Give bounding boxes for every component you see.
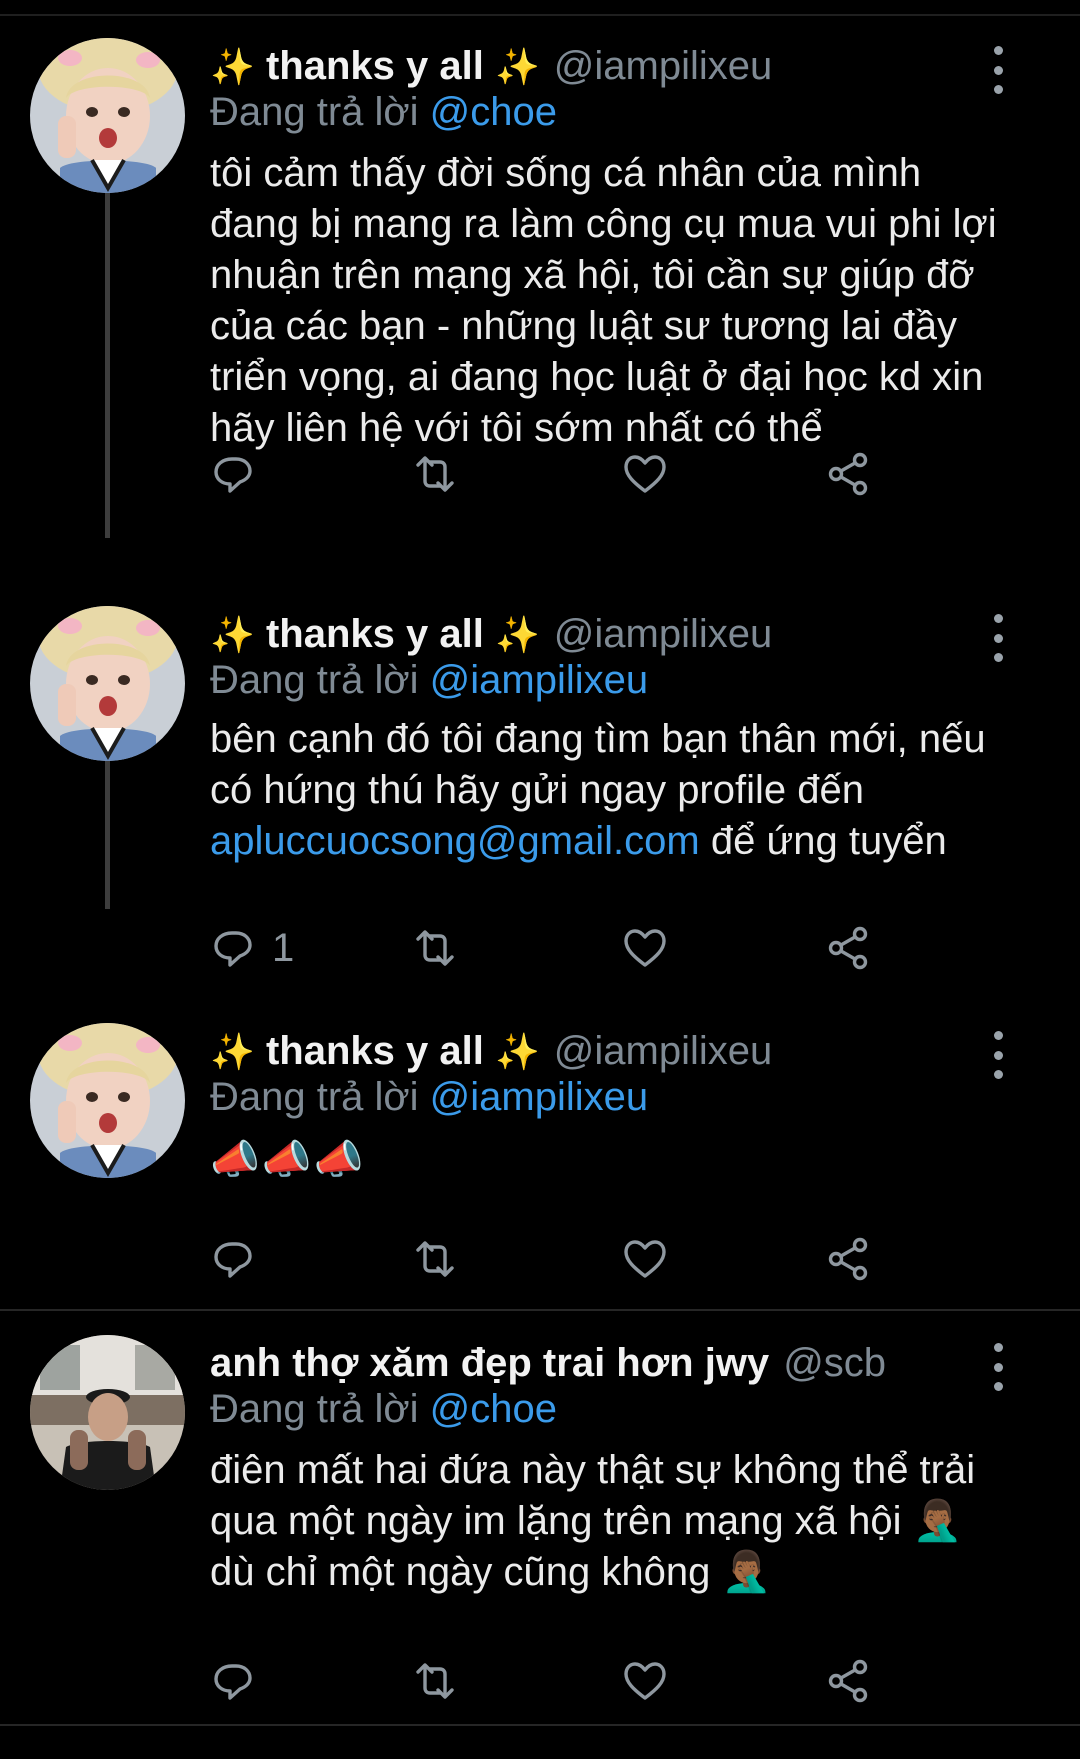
share-icon — [828, 1237, 868, 1281]
tweet-text: tôi cảm thấy đời sống cá nhân của mình đ… — [210, 151, 997, 450]
avatar[interactable] — [30, 38, 185, 193]
retweet-icon — [416, 930, 454, 966]
tweet-actions — [210, 1229, 1030, 1289]
mention-link[interactable]: @choe — [430, 1387, 557, 1431]
top-divider — [0, 14, 1080, 16]
user-handle[interactable]: @iampilixeu — [554, 44, 772, 89]
sparkle-icon: ✨ — [210, 613, 255, 655]
sparkle-icon: ✨ — [494, 613, 540, 655]
tweet-text: điên mất hai đứa này thật sự không thể t… — [210, 1448, 976, 1594]
tweet-actions: 1 — [210, 918, 1030, 978]
retweet-icon — [416, 456, 454, 492]
share-icon — [828, 452, 868, 496]
tweet-text-part: để ứng tuyển — [710, 819, 947, 863]
display-name[interactable]: ✨ thanks y all ✨ — [210, 612, 540, 657]
mention-link[interactable]: @choe — [430, 90, 557, 134]
reply-icon — [214, 931, 252, 967]
tweet-actions — [210, 1651, 1030, 1711]
like-button[interactable] — [620, 918, 670, 978]
reply-button[interactable] — [210, 444, 272, 504]
sparkle-icon: ✨ — [210, 45, 255, 87]
reply-icon — [214, 457, 252, 493]
user-handle[interactable]: @scb — [783, 1341, 886, 1386]
more-options-icon[interactable] — [980, 614, 1016, 662]
reply-count: 1 — [272, 925, 295, 970]
like-button[interactable] — [620, 1229, 670, 1289]
thread-connector — [105, 178, 110, 538]
retweet-button[interactable] — [410, 444, 460, 504]
tweet-divider — [0, 1309, 1080, 1311]
user-handle[interactable]: @iampilixeu — [554, 1029, 772, 1074]
share-icon — [828, 926, 868, 970]
share-button[interactable] — [824, 1651, 872, 1711]
avatar[interactable] — [30, 1335, 185, 1490]
retweet-button[interactable] — [410, 1651, 460, 1711]
mention-link[interactable]: @iampilixeu — [430, 658, 648, 702]
display-name[interactable]: ✨ thanks y all ✨ — [210, 1029, 540, 1074]
tweet-header: ✨ thanks y all ✨ @iampilixeu — [210, 1023, 772, 1079]
replying-to-label: Đang trả lời — [210, 1075, 419, 1119]
mention-link[interactable]: @iampilixeu — [430, 1075, 648, 1119]
display-name-text: thanks y all — [265, 611, 484, 656]
like-button[interactable] — [620, 1651, 670, 1711]
more-options-icon[interactable] — [980, 1343, 1016, 1391]
heart-icon — [624, 455, 666, 493]
retweet-icon — [416, 1663, 454, 1699]
share-button[interactable] — [824, 444, 872, 504]
reply-icon — [214, 1664, 252, 1700]
replying-to-label: Đang trả lời — [210, 1387, 419, 1431]
tweet-text-part: bên cạnh đó tôi đang tìm bạn thân mới, n… — [210, 717, 986, 812]
share-button[interactable] — [824, 1229, 872, 1289]
reply-button[interactable] — [210, 1651, 272, 1711]
avatar[interactable] — [30, 1023, 185, 1178]
like-button[interactable] — [620, 444, 670, 504]
retweet-button[interactable] — [410, 918, 460, 978]
tweet-header: anh thợ xăm đẹp trai hơn jwy @scb — [210, 1335, 886, 1391]
tweet-divider — [0, 1724, 1080, 1726]
display-name[interactable]: ✨ thanks y all ✨ — [210, 44, 540, 89]
retweet-icon — [416, 1241, 454, 1277]
reply-button[interactable]: 1 — [210, 918, 294, 978]
reply-icon — [214, 1242, 252, 1278]
share-button[interactable] — [824, 918, 872, 978]
replying-to: Đang trả lời @choe — [210, 90, 557, 135]
display-name-text: thanks y all — [265, 1028, 484, 1073]
sparkle-icon: ✨ — [494, 45, 540, 87]
retweet-button[interactable] — [410, 1229, 460, 1289]
tweet-header: ✨ thanks y all ✨ @iampilixeu — [210, 606, 772, 662]
tweet-header: ✨ thanks y all ✨ @iampilixeu — [210, 38, 772, 94]
replying-to: Đang trả lời @choe — [210, 1387, 557, 1432]
user-handle[interactable]: @iampilixeu — [554, 612, 772, 657]
more-options-icon[interactable] — [980, 46, 1016, 94]
heart-icon — [624, 1240, 666, 1278]
replying-to-label: Đang trả lời — [210, 90, 419, 134]
tweet-actions — [210, 444, 1030, 504]
tweet-text: 📣📣📣 — [210, 1138, 366, 1182]
replying-to: Đang trả lời @iampilixeu — [210, 1075, 648, 1120]
email-link[interactable]: apluccuocsong@gmail.com — [210, 819, 700, 863]
tweet-text: bên cạnh đó tôi đang tìm bạn thân mới, n… — [210, 714, 1010, 867]
replying-to-label: Đang trả lời — [210, 658, 419, 702]
heart-icon — [624, 1662, 666, 1700]
sparkle-icon: ✨ — [210, 1030, 255, 1072]
avatar[interactable] — [30, 606, 185, 761]
heart-icon — [624, 929, 666, 967]
sparkle-icon: ✨ — [494, 1030, 540, 1072]
display-name[interactable]: anh thợ xăm đẹp trai hơn jwy — [210, 1341, 769, 1386]
share-icon — [828, 1659, 868, 1703]
replying-to: Đang trả lời @iampilixeu — [210, 658, 648, 703]
reply-button[interactable] — [210, 1229, 272, 1289]
display-name-text: thanks y all — [265, 43, 484, 88]
more-options-icon[interactable] — [980, 1031, 1016, 1079]
